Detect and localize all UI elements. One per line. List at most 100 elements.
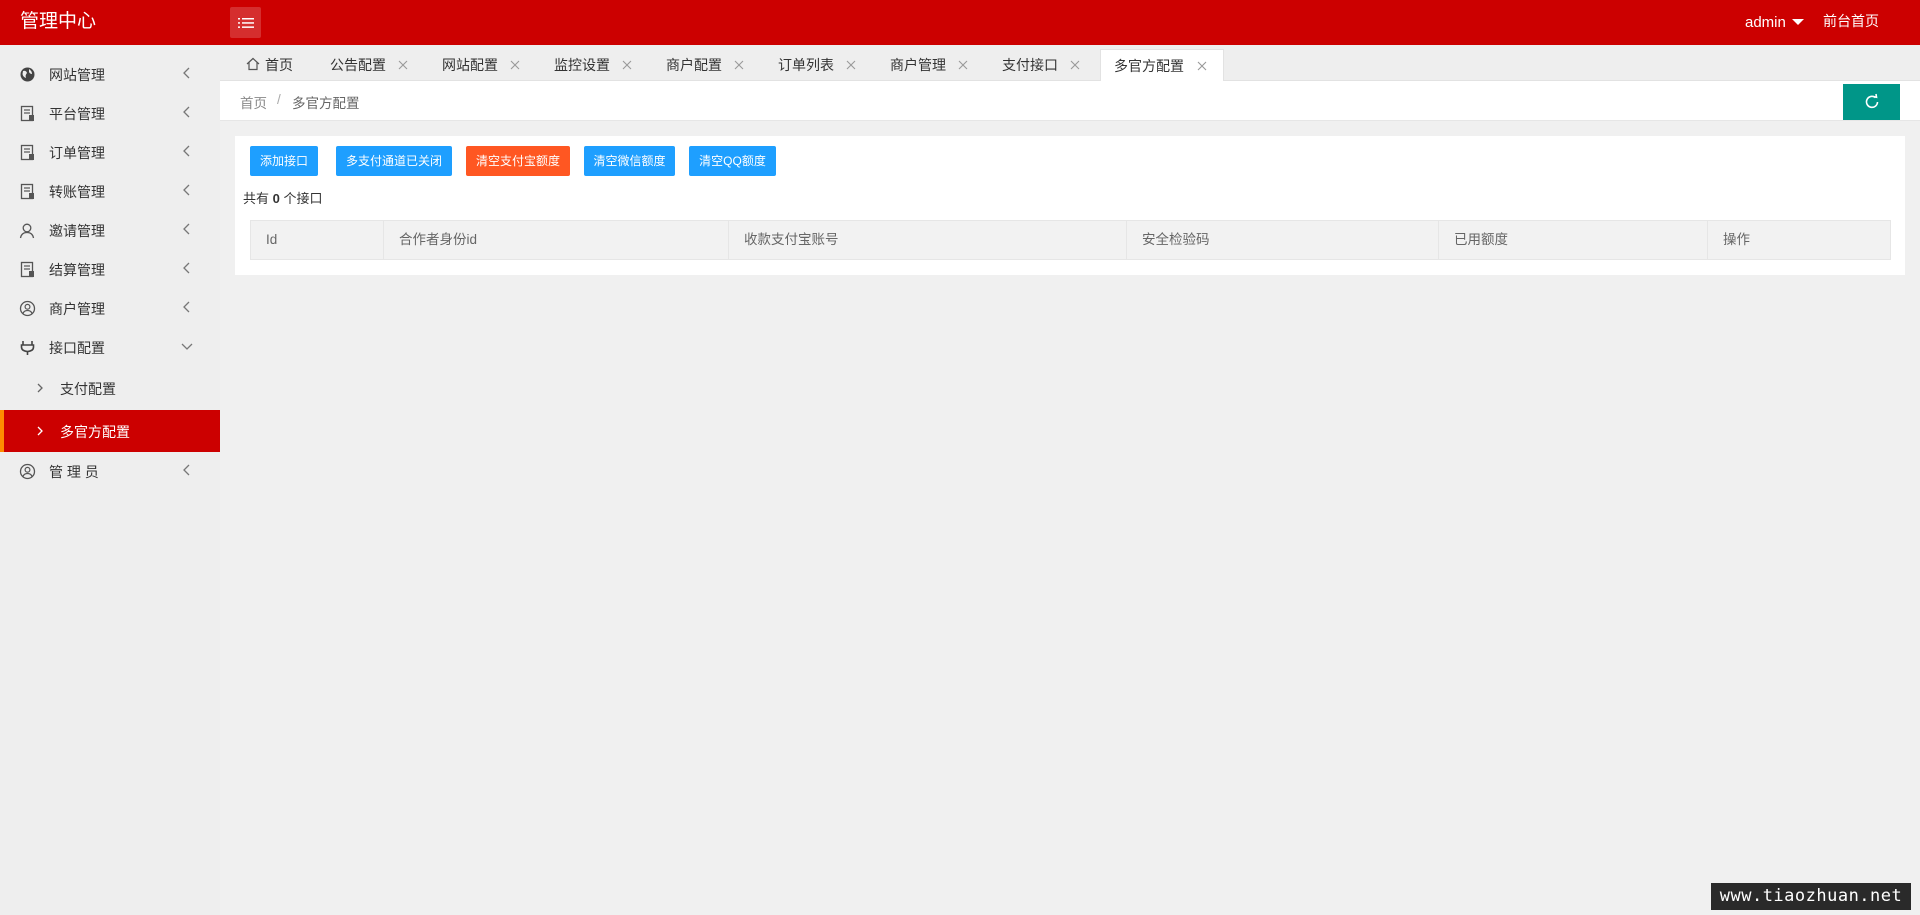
list-menu-icon [237, 17, 254, 28]
sidebar-item-invite[interactable]: 邀请管理 [0, 211, 220, 250]
breadcrumb: 首页 / 多官方配置 [220, 81, 1920, 121]
main-card: 添加接口 多支付通道已关闭 清空支付宝额度 清空微信额度 清空QQ额度 共有 0… [235, 136, 1905, 275]
sidebar-subitem-label: 多官方配置 [60, 424, 130, 440]
sidebar-item-merchants[interactable]: 商户管理 [0, 289, 220, 328]
table-header-actions: 操作 [1723, 232, 1750, 247]
chevron-left-icon [183, 464, 190, 476]
sidebar-item-label: 商户管理 [49, 301, 105, 317]
sidebar-item-label: 管 理 员 [49, 464, 99, 480]
tab-merchant-management[interactable]: 商户管理 [884, 49, 984, 81]
close-icon[interactable] [510, 60, 520, 70]
document-icon [20, 144, 34, 161]
sidebar-item-settlement[interactable]: 结算管理 [0, 250, 220, 289]
globe-icon [20, 67, 35, 82]
tab-merchant-config[interactable]: 商户配置 [660, 49, 760, 81]
sidebar-item-label: 订单管理 [49, 145, 105, 161]
close-icon[interactable] [846, 60, 856, 70]
home-icon [246, 57, 260, 71]
tab-label: 多官方配置 [1114, 58, 1184, 74]
user-menu[interactable]: admin [1745, 0, 1804, 45]
chevron-left-icon [183, 262, 190, 274]
sidebar-item-label: 转账管理 [49, 184, 105, 200]
tab-label: 商户管理 [890, 57, 946, 73]
sidebar-item-orders[interactable]: 订单管理 [0, 133, 220, 172]
table-header-security-code: 安全检验码 [1127, 221, 1439, 259]
tab-home[interactable]: 首页 [242, 49, 312, 81]
user-circle-icon [19, 300, 36, 317]
caret-down-icon [1791, 18, 1804, 25]
user-icon [19, 223, 35, 239]
tab-order-list[interactable]: 订单列表 [772, 49, 872, 81]
close-icon[interactable] [1070, 60, 1080, 70]
sidebar: 网站管理 平台管理 订单管理 转账管理 邀请管理 结算管理 商户管理 接口配置 … [0, 45, 220, 915]
user-circle-icon [19, 463, 36, 480]
breadcrumb-current: 多官方配置 [292, 96, 360, 111]
tab-multi-official-config[interactable]: 多官方配置 [1100, 49, 1224, 81]
table-header-alipay-account: 收款支付宝账号 [729, 221, 1127, 259]
count-value: 0 [272, 191, 280, 206]
refresh-icon [1865, 93, 1878, 109]
close-icon[interactable] [734, 60, 744, 70]
sidebar-subitem-multi-official-config[interactable]: 多官方配置 [0, 410, 220, 452]
count-prefix: 共有 [243, 191, 270, 206]
sidebar-item-website[interactable]: 网站管理 [0, 55, 220, 94]
table-header-id: Id [251, 221, 384, 259]
chevron-left-icon [183, 67, 190, 79]
interfaces-table: Id 合作者身份id 收款支付宝账号 安全检验码 已用额度 操作 [250, 220, 1891, 260]
sidebar-item-transfer[interactable]: 转账管理 [0, 172, 220, 211]
close-icon[interactable] [398, 60, 408, 70]
count-suffix: 个接口 [283, 191, 323, 206]
chevron-left-icon [183, 301, 190, 313]
chevron-left-icon [183, 145, 190, 157]
sidebar-item-platform[interactable]: 平台管理 [0, 94, 220, 133]
sidebar-subitem-pay-config[interactable]: 支付配置 [0, 367, 220, 409]
tab-announcement-config[interactable]: 公告配置 [324, 49, 424, 81]
sidebar-item-interface-config[interactable]: 接口配置 [0, 328, 220, 367]
sidebar-item-label: 平台管理 [49, 106, 105, 122]
sidebar-item-label: 邀请管理 [49, 223, 105, 239]
tab-label: 公告配置 [330, 57, 386, 73]
tab-label: 商户配置 [666, 57, 722, 73]
document-icon [20, 183, 34, 200]
table-header-used-quota: 已用额度 [1439, 221, 1708, 259]
breadcrumb-home[interactable]: 首页 [240, 92, 267, 112]
clear-alipay-quota-button[interactable]: 清空支付宝额度 [466, 146, 570, 176]
add-interface-button[interactable]: 添加接口 [250, 146, 318, 176]
refresh-button[interactable] [1843, 84, 1900, 120]
app-title: 管理中心 [20, 11, 97, 32]
chevron-down-icon [181, 343, 193, 350]
close-icon[interactable] [622, 60, 632, 70]
clear-wechat-quota-button[interactable]: 清空微信额度 [584, 146, 675, 176]
interface-count: 共有 0 个接口 [243, 188, 323, 207]
tab-label: 订单列表 [778, 57, 834, 73]
close-icon[interactable] [1197, 61, 1207, 71]
tab-payment-interface[interactable]: 支付接口 [996, 49, 1096, 81]
clear-qq-quota-button[interactable]: 清空QQ额度 [689, 146, 776, 176]
document-icon [20, 105, 34, 122]
tab-label: 首页 [265, 57, 293, 73]
chevron-left-icon [183, 223, 190, 235]
breadcrumb-separator: / [277, 92, 281, 107]
watermark: www.tiaozhuan.net [1711, 883, 1911, 910]
top-header: 管理中心 admin 前台首页 [0, 0, 1920, 45]
sidebar-item-label: 结算管理 [49, 262, 105, 278]
tab-label: 监控设置 [554, 57, 610, 73]
multi-pay-channel-button[interactable]: 多支付通道已关闭 [336, 146, 452, 176]
tab-website-config[interactable]: 网站配置 [436, 49, 536, 81]
close-icon[interactable] [958, 60, 968, 70]
front-home-link[interactable]: 前台首页 [1823, 0, 1879, 45]
tab-label: 支付接口 [1002, 57, 1058, 73]
document-icon [20, 261, 34, 278]
sidebar-item-admin[interactable]: 管 理 员 [0, 452, 220, 491]
tab-monitor-settings[interactable]: 监控设置 [548, 49, 648, 81]
sidebar-subitem-label: 支付配置 [60, 381, 116, 397]
sidebar-item-label: 接口配置 [49, 340, 105, 356]
chevron-right-icon [37, 426, 43, 436]
chevron-left-icon [183, 184, 190, 196]
tab-label: 网站配置 [442, 57, 498, 73]
chevron-right-icon [37, 383, 43, 393]
sidebar-item-label: 网站管理 [49, 67, 105, 83]
sidebar-toggle-button[interactable] [230, 7, 261, 38]
chevron-left-icon [183, 106, 190, 118]
table-header-partner-id: 合作者身份id [384, 221, 729, 259]
